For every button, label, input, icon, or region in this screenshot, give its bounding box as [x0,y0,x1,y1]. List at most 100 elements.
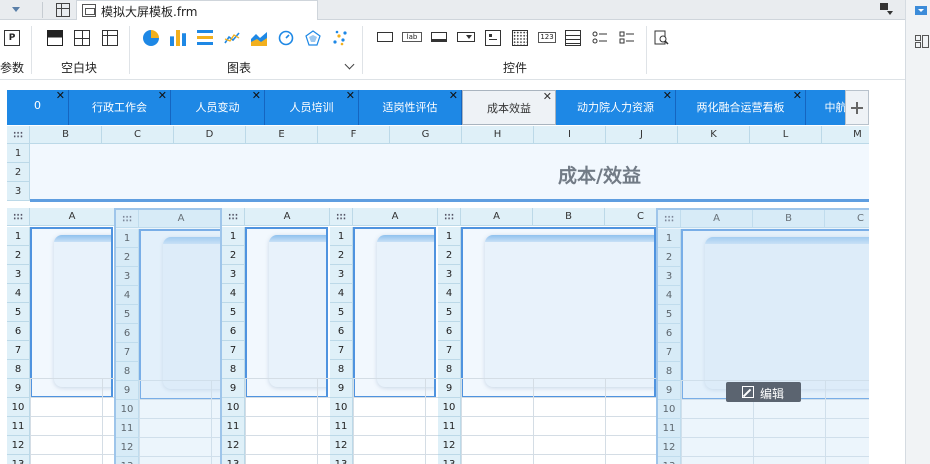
panel-column-header[interactable]: C [605,208,658,226]
menu-dropdown-icon[interactable] [0,0,30,20]
sheet-tab[interactable]: 0 ✕ [7,90,69,125]
panel-row-header[interactable]: 6 [438,322,461,341]
title-band[interactable]: 成本/效益 [30,144,869,202]
area-chart-icon[interactable] [251,30,267,46]
search-query-icon[interactable] [654,30,670,46]
table-layout-icon[interactable] [102,30,118,46]
drag-handle-icon[interactable] [13,213,23,221]
panel-row-header[interactable]: 9 [438,379,461,398]
drag-handle-icon[interactable] [336,213,346,221]
grid-view-icon[interactable] [56,3,70,17]
sheet-tab[interactable]: 适岗性评估 ✕ [359,90,462,125]
column-header[interactable]: E [246,126,318,144]
dropdown-widget-icon[interactable] [457,32,475,42]
panel-row-header[interactable]: 4 [330,284,353,303]
close-tab-icon[interactable]: ✕ [158,90,167,102]
column-header[interactable]: I [534,126,606,144]
drag-handle-icon[interactable] [444,213,454,221]
chart-placeholder-area[interactable] [30,227,113,398]
panel-cells[interactable] [30,378,115,464]
panel-row-header[interactable]: 2 [222,246,245,265]
panel-corner[interactable] [330,208,353,226]
scatter-chart-icon[interactable] [332,30,348,46]
panel-row-header[interactable]: 10 [330,398,353,417]
panel-cells[interactable] [353,378,438,464]
horizontal-bar-icon[interactable] [197,30,213,46]
column-header[interactable]: M [822,126,869,144]
close-tab-icon[interactable]: ✕ [543,91,552,103]
panel-row-header[interactable]: 7 [330,341,353,360]
panel-row-header[interactable]: 10 [438,398,461,417]
panel-row-header[interactable]: 2 [330,246,353,265]
panel-row-header[interactable]: 2 [7,246,30,265]
pie-chart-icon[interactable] [143,30,159,46]
tree-widget-icon[interactable] [485,30,501,46]
panel-row-header[interactable]: 11 [7,417,30,436]
pin-icon[interactable] [879,3,893,15]
panel-row-header[interactable]: 8 [438,360,461,379]
sheet-tab[interactable]: 动力院人力资源 ✕ [556,90,676,125]
panel-column-header[interactable]: B [533,208,605,226]
label-widget-icon[interactable]: lab [402,32,422,42]
panel-row-header[interactable]: 4 [7,284,30,303]
panel-row-header[interactable]: 13 [7,455,30,464]
panel-cells[interactable] [461,378,658,464]
column-header[interactable]: K [678,126,750,144]
panel-row-header[interactable]: 12 [222,436,245,455]
sheet-tab[interactable]: 人员变动 ✕ [171,90,265,125]
panel-row-header[interactable]: 7 [222,341,245,360]
panel-row-header[interactable]: 12 [330,436,353,455]
chart-placeholder-area[interactable] [461,227,656,398]
panel-row-header[interactable]: 12 [438,436,461,455]
sub-panel[interactable]: ABC12345678910111213 [438,208,658,464]
panel-row-header[interactable]: 9 [330,379,353,398]
panel-corner[interactable] [438,208,461,226]
row-header[interactable]: 2 [7,163,30,182]
panel-row-header[interactable]: 1 [438,227,461,246]
column-header[interactable]: J [606,126,678,144]
panel-row-header[interactable]: 5 [7,303,30,322]
panel-row-header[interactable]: 2 [438,246,461,265]
sheet-tab[interactable]: 成本效益 ✕ [462,90,556,125]
layout-icon[interactable] [915,35,929,48]
radio-group-widget-icon[interactable] [592,30,608,46]
panel-row-header[interactable]: 8 [330,360,353,379]
date-widget-icon[interactable] [512,30,528,46]
sub-panel[interactable]: A12345678910111213 [330,208,438,464]
column-header[interactable]: C [102,126,174,144]
column-header[interactable]: G [390,126,462,144]
panel-corner[interactable] [222,208,245,226]
bar-chart-icon[interactable] [170,30,186,46]
absolute-layout-icon[interactable] [47,30,63,46]
file-tab[interactable]: 模拟大屏模板.frm [76,0,318,20]
close-tab-icon[interactable]: ✕ [793,90,802,102]
row-header[interactable]: 1 [7,144,30,163]
panel-row-header[interactable]: 11 [438,417,461,436]
panel-cells[interactable] [245,378,330,464]
close-tab-icon[interactable]: ✕ [663,90,672,102]
panel-row-header[interactable]: 1 [330,227,353,246]
panel-row-header[interactable]: 12 [7,436,30,455]
close-tab-icon[interactable]: ✕ [449,90,458,102]
sub-panel[interactable]: A12345678910111213 [222,208,330,464]
panel-corner[interactable] [7,208,30,226]
grid-corner[interactable] [7,126,30,144]
panel-row-header[interactable]: 3 [330,265,353,284]
chart-placeholder-area[interactable] [353,227,436,398]
close-tab-icon[interactable]: ✕ [346,90,355,102]
column-header[interactable]: D [174,126,246,144]
panel-row-header[interactable]: 9 [222,379,245,398]
gauge-chart-icon[interactable] [278,30,294,46]
checkbox-group-widget-icon[interactable] [619,30,635,46]
panel-row-header[interactable]: 3 [438,265,461,284]
panel-column-header[interactable]: A [245,208,330,226]
column-header[interactable]: H [462,126,534,144]
column-header[interactable]: L [750,126,822,144]
panel-row-header[interactable]: 13 [222,455,245,464]
text-area-widget-icon[interactable] [565,30,581,46]
chart-placeholder-area[interactable] [245,227,328,398]
panel-row-header[interactable]: 5 [222,303,245,322]
sub-panel[interactable]: A12345678910111213 [7,208,115,464]
panel-row-header[interactable]: 11 [222,417,245,436]
panel-row-header[interactable]: 13 [330,455,353,464]
